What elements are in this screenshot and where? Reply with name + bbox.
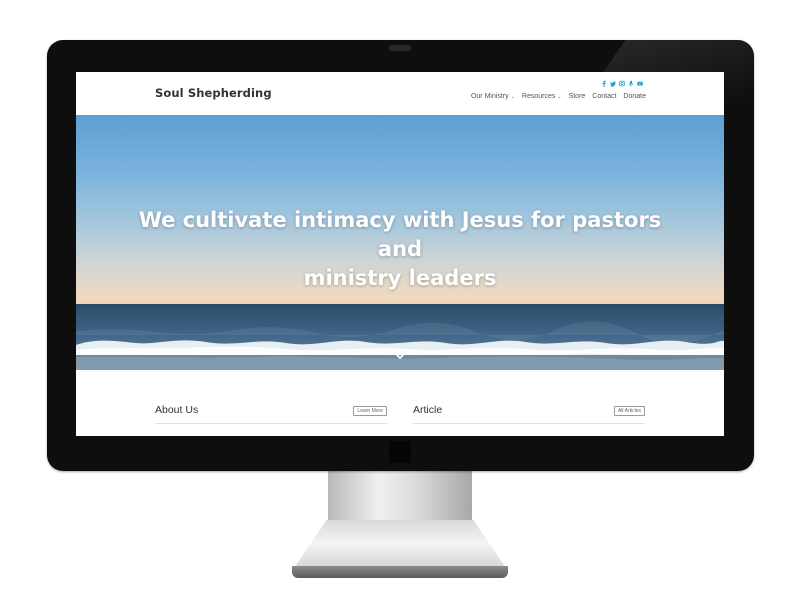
- site-logo[interactable]: Soul Shepherding: [155, 86, 272, 100]
- nav-our-ministry-label: Our Ministry: [470, 93, 509, 100]
- instagram-icon[interactable]: [619, 80, 625, 87]
- monitor-logo-square: [389, 441, 411, 463]
- hero-headline-line-2: ministry leaders: [303, 266, 497, 290]
- nav-store-label: Store: [568, 93, 586, 100]
- youtube-icon[interactable]: [637, 80, 643, 87]
- chevron-down-icon: ⌄: [510, 93, 515, 100]
- nav-store[interactable]: Store: [569, 93, 586, 100]
- podcast-icon[interactable]: [628, 80, 634, 87]
- hero-headline: We cultivate intimacy with Jesus for pas…: [116, 206, 684, 293]
- content-section: About Us Learn More Article All Articles: [76, 370, 724, 436]
- hero-banner: We cultivate intimacy with Jesus for pas…: [76, 115, 724, 370]
- webcam: [389, 45, 411, 51]
- article-heading: Article: [413, 404, 443, 416]
- all-articles-button[interactable]: All Articles: [613, 406, 645, 416]
- browser-screen: Soul Shepherding Our Ministry ⌄ Resource…: [76, 72, 724, 436]
- chevron-down-icon: ⌄: [557, 93, 562, 100]
- facebook-icon[interactable]: [601, 80, 607, 87]
- learn-more-button[interactable]: Learn More: [353, 406, 387, 416]
- about-us-heading: About Us: [155, 404, 199, 416]
- nav-donate-label: Donate: [623, 93, 646, 100]
- social-links: [601, 80, 643, 87]
- about-us-block: About Us Learn More: [155, 404, 387, 424]
- nav-contact-label: Contact: [592, 93, 617, 100]
- nav-our-ministry[interactable]: Our Ministry ⌄: [471, 93, 515, 100]
- chevron-down-icon[interactable]: [394, 352, 406, 360]
- site-header: Soul Shepherding Our Ministry ⌄ Resource…: [76, 72, 724, 115]
- nav-donate[interactable]: Donate: [623, 93, 646, 100]
- twitter-icon[interactable]: [610, 80, 616, 87]
- nav-contact[interactable]: Contact: [592, 93, 616, 100]
- main-navigation: Our Ministry ⌄ Resources ⌄ Store Contact…: [471, 93, 646, 100]
- hero-headline-line-1: We cultivate intimacy with Jesus for pas…: [138, 208, 662, 261]
- article-block: Article All Articles: [413, 404, 645, 424]
- hero-ocean-image: [76, 305, 724, 370]
- nav-resources[interactable]: Resources ⌄: [522, 93, 562, 100]
- nav-resources-label: Resources: [521, 93, 556, 100]
- monitor-stand-edge: [292, 566, 508, 578]
